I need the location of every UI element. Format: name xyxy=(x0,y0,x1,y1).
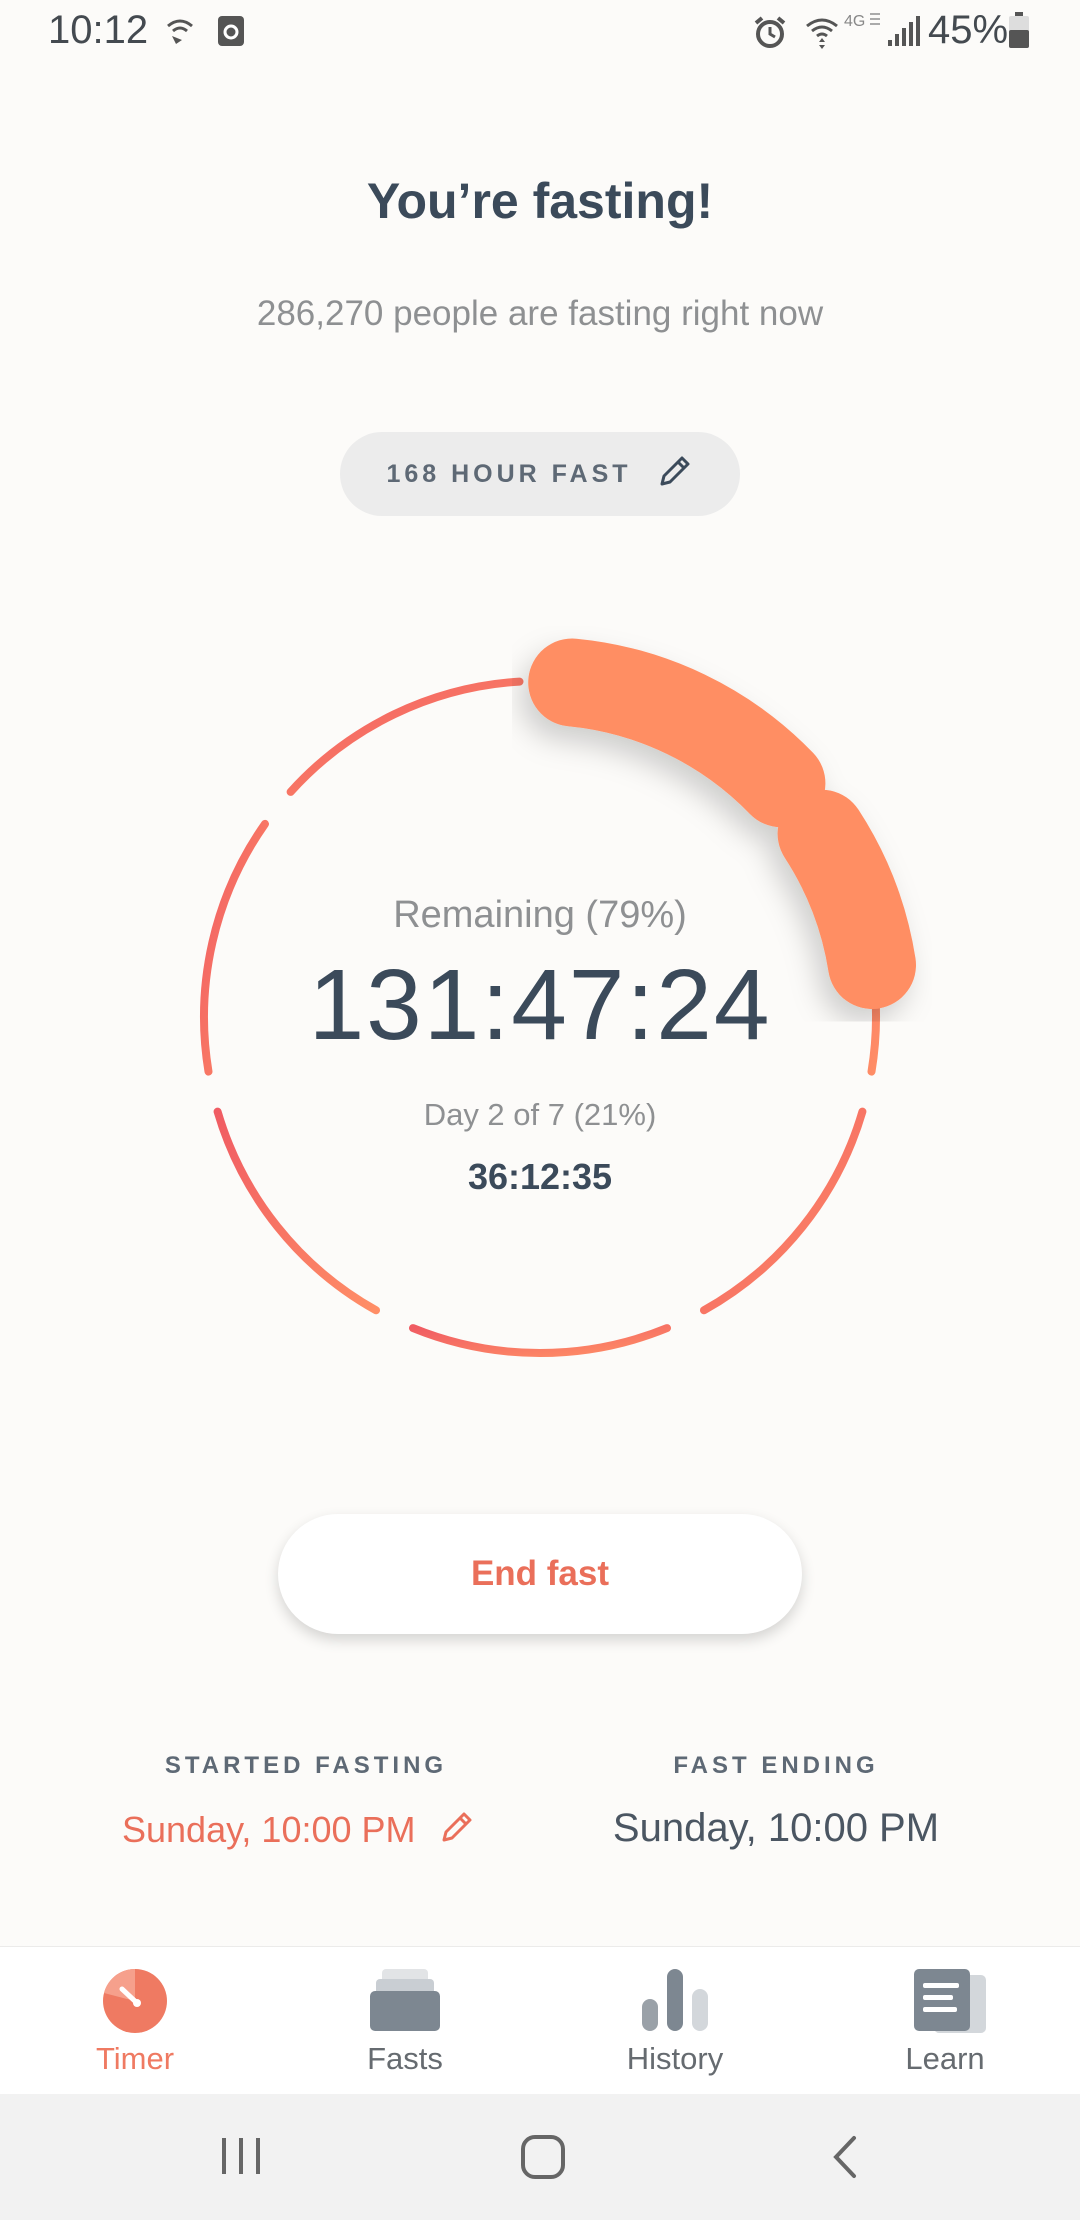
tab-learn[interactable]: Learn xyxy=(810,1947,1080,2095)
day-progress-label: Day 2 of 7 (21%) xyxy=(423,1097,657,1132)
history-icon xyxy=(540,1969,810,2033)
ring-day-segment xyxy=(286,677,524,796)
back-icon[interactable] xyxy=(828,2134,862,2185)
tab-timer[interactable]: Timer xyxy=(0,1947,270,2095)
pencil-icon xyxy=(436,1808,476,1857)
started-fasting-heading: STARTED FASTING xyxy=(164,1752,448,1779)
fasts-icon xyxy=(270,1969,540,2033)
fast-ending-value: Sunday, 10:00 PM xyxy=(612,1806,940,1850)
ring-progress-arc xyxy=(528,638,826,828)
ring-day-segment xyxy=(213,1107,380,1315)
fast-ending-heading: FAST ENDING xyxy=(673,1752,879,1779)
tab-label: History xyxy=(626,2041,724,2076)
system-navigation-bar xyxy=(0,2094,1080,2220)
timer-icon xyxy=(0,1969,270,2033)
elapsed-time: 36:12:35 xyxy=(467,1156,613,1197)
ring-day-segment xyxy=(409,1324,671,1358)
tab-label: Learn xyxy=(905,2041,985,2076)
tab-history[interactable]: History xyxy=(540,1947,810,2095)
home-icon[interactable] xyxy=(520,2134,566,2185)
learn-icon xyxy=(810,1969,1080,2033)
started-fasting-edit[interactable]: Sunday, 10:00 PM xyxy=(122,1808,476,1857)
recent-apps-icon[interactable] xyxy=(220,2134,262,2183)
remaining-label: Remaining (79%) xyxy=(393,894,687,936)
tab-fasts[interactable]: Fasts xyxy=(270,1947,540,2095)
ring-day-segment xyxy=(700,1107,867,1315)
started-fasting-value: Sunday, 10:00 PM xyxy=(122,1809,416,1850)
remaining-time: 131:47:24 xyxy=(308,949,772,1061)
end-fast-button[interactable]: End fast xyxy=(278,1514,802,1634)
tab-label: Timer xyxy=(95,2041,175,2076)
tab-label: Fasts xyxy=(367,2041,443,2076)
bottom-tab-bar: Timer Fasts History Learn xyxy=(0,1946,1080,2094)
